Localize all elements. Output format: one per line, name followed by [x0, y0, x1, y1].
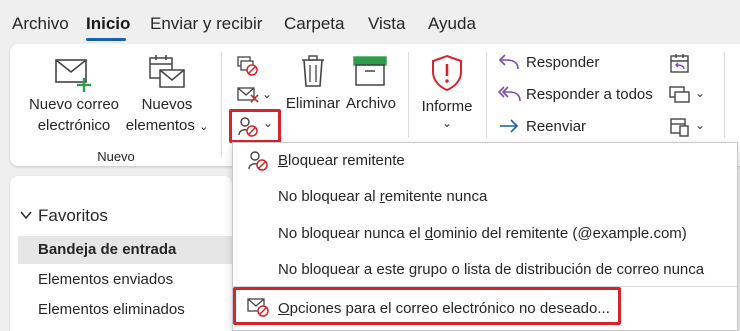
- menu-item-never-block-domain[interactable]: No bloquear nunca el dominio del remiten…: [278, 225, 687, 242]
- more-respond-chevron-icon[interactable]: ⌄: [695, 86, 705, 100]
- menu-label-text: ominio del remitente (@example.com): [433, 225, 687, 242]
- group-divider: [221, 52, 222, 158]
- tab-vista[interactable]: Vista: [368, 14, 406, 34]
- team-chevron-icon[interactable]: ⌄: [695, 118, 705, 132]
- menu-label-block-sender: Bloquear remitente: [278, 152, 405, 169]
- menu-label-text: No bloquear nunca el: [278, 225, 425, 242]
- ignore-icon[interactable]: [236, 55, 260, 77]
- report-shield-icon: [432, 54, 462, 92]
- menu-label-text: emitente nunca: [384, 188, 488, 205]
- folder-deleted[interactable]: Elementos eliminados: [18, 296, 232, 324]
- ribbon-tabs: Archivo Inicio Enviar y recibir Carpeta …: [0, 0, 740, 44]
- report-label: Informe: [421, 98, 473, 115]
- reply-icon: [498, 54, 519, 70]
- tab-carpeta[interactable]: Carpeta: [284, 14, 344, 34]
- block-sender-icon: [248, 151, 268, 171]
- accelerator-key: d: [424, 225, 434, 242]
- archive-icon: [353, 56, 387, 86]
- tab-archivo[interactable]: Archivo: [12, 14, 69, 34]
- new-items-label-text: elementos: [125, 117, 195, 134]
- forward-label: Reenviar: [526, 118, 587, 135]
- tab-ayuda[interactable]: Ayuda: [428, 14, 476, 34]
- favorites-collapse-icon[interactable]: [20, 209, 32, 221]
- group-divider: [486, 52, 487, 138]
- new-mail-icon: [55, 59, 91, 92]
- junk-options-highlight: [233, 287, 621, 325]
- reply-button[interactable]: Responder: [496, 50, 656, 76]
- team-icon[interactable]: [668, 116, 692, 138]
- forward-icon: [500, 119, 519, 133]
- new-email-label-1: Nuevo correo: [28, 96, 120, 113]
- folder-inbox[interactable]: Bandeja de entrada: [18, 236, 232, 264]
- report-chevron-icon: ⌄: [442, 116, 453, 130]
- new-items-label-2: elementos ⌄: [122, 115, 212, 138]
- delete-icon: [302, 55, 324, 87]
- reply-all-button[interactable]: Responder a todos: [496, 82, 661, 108]
- group-label-nuevo: Nuevo: [97, 149, 135, 164]
- meeting-icon[interactable]: [668, 52, 692, 76]
- group-divider: [724, 52, 725, 138]
- menu-label-text: loquear remitente: [288, 152, 405, 169]
- folder-sent[interactable]: Elementos enviados: [18, 266, 232, 294]
- reply-all-label: Responder a todos: [526, 86, 653, 103]
- cleanup-chevron-icon[interactable]: ⌄: [262, 87, 272, 101]
- report-button[interactable]: Informe ⌄: [414, 52, 480, 134]
- more-respond-icon[interactable]: [668, 84, 692, 106]
- menu-item-never-block-group[interactable]: No bloquear a este grupo o lista de dist…: [278, 261, 704, 278]
- cleanup-icon[interactable]: [236, 85, 262, 105]
- new-items-icon: [149, 55, 185, 88]
- tab-enviar-recibir[interactable]: Enviar y recibir: [150, 14, 262, 34]
- reply-label: Responder: [526, 54, 600, 71]
- reply-all-icon: [498, 86, 521, 102]
- active-tab-indicator: [86, 38, 126, 41]
- new-email-label-2: electrónico: [37, 117, 111, 134]
- archive-label: Archivo: [345, 95, 397, 112]
- favorites-title[interactable]: Favoritos: [38, 206, 108, 226]
- new-items-label-1: Nuevos: [141, 96, 193, 113]
- new-items-button[interactable]: Nuevos elementos ⌄: [122, 52, 212, 140]
- menu-label-text: No bloquear al: [278, 188, 380, 205]
- group-divider: [408, 52, 409, 138]
- accelerator-key: B: [278, 152, 289, 169]
- junk-button-highlight: [229, 109, 281, 143]
- delete-label: Eliminar: [285, 95, 341, 112]
- tab-inicio[interactable]: Inicio: [86, 14, 130, 34]
- forward-button[interactable]: Reenviar: [496, 114, 656, 140]
- chevron-down-icon: ⌄: [199, 121, 209, 133]
- menu-item-never-block-sender[interactable]: No bloquear al remitente nunca: [278, 188, 487, 205]
- new-email-button[interactable]: Nuevo correo electrónico: [24, 52, 124, 140]
- archive-button[interactable]: Archivo: [343, 52, 399, 122]
- delete-button[interactable]: Eliminar: [283, 52, 343, 122]
